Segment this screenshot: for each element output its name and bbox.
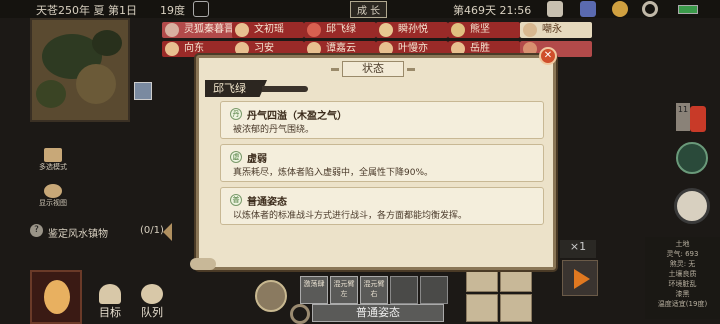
character-chip[interactable]: 邱飞绿 — [304, 22, 376, 38]
skill-slot[interactable]: 混元臂左 — [330, 276, 358, 304]
minimap-zoom-button[interactable] — [134, 82, 152, 100]
avatar — [165, 42, 179, 56]
scroll-ornament — [190, 258, 216, 270]
queue-button[interactable]: 队列 — [134, 284, 170, 320]
medal-icon[interactable] — [612, 1, 628, 17]
building-slot[interactable] — [500, 294, 532, 322]
posture-button[interactable]: 普通姿态 — [312, 304, 444, 322]
status-icon: 丹 — [230, 108, 242, 120]
avatar — [523, 23, 537, 37]
alert-icon[interactable] — [690, 106, 706, 132]
collapse-arrow-icon[interactable] — [163, 223, 172, 241]
calendar-icon[interactable] — [547, 1, 563, 17]
settings-gear-icon[interactable] — [290, 304, 310, 324]
avatar — [235, 42, 249, 56]
gourd-icon — [44, 280, 70, 314]
temperature: 19度 — [160, 4, 185, 17]
character-chip[interactable]: 熊坚 — [448, 22, 520, 38]
multi-select-tool[interactable]: 多选模式 — [36, 148, 70, 176]
character-chip[interactable]: 灵狐秦暮晋 — [162, 22, 234, 38]
character-chip[interactable]: 瞬孙悦 — [376, 22, 448, 38]
tile-info-panel: 土地 灵气: 693 煞灵: 无 土壤良质 环境脏乱 漆黑 温度适宜(19度) — [645, 237, 720, 319]
skill-slot[interactable]: 激荡肆 — [300, 276, 328, 304]
skill-slot[interactable] — [390, 276, 418, 304]
avatar — [307, 23, 321, 37]
character-name-tab: 邱飞绿 — [205, 80, 267, 97]
avatar — [379, 42, 393, 56]
brush-stroke — [262, 86, 308, 92]
avatar — [235, 23, 249, 37]
top-status-bar: 天苍250年 夏 第1日 19度 成 长 第469天 21:56 — [0, 0, 720, 18]
gear-icon[interactable] — [642, 1, 658, 17]
status-desc: 以炼体者的标准战斗方式进行战斗，各方面都能均衡发挥。 — [233, 211, 468, 221]
mode-badge[interactable]: 成 长 — [350, 1, 388, 18]
status-card[interactable]: 丹 丹气四溢（木盈之气） 被浓郁的丹气围绕。 — [220, 101, 544, 139]
close-button[interactable]: ✕ — [539, 47, 557, 65]
building-slot[interactable] — [466, 294, 498, 322]
multi-select-icon — [44, 148, 62, 162]
map-icon[interactable] — [580, 1, 596, 17]
avatar — [451, 23, 465, 37]
status-icon: 虚 — [230, 151, 242, 163]
view-tool[interactable]: 显示视图 — [36, 184, 70, 212]
quest-tracker[interactable]: ? 鉴定风水镇物 (0/1) — [30, 222, 165, 240]
eye-icon — [44, 184, 62, 198]
target-button[interactable]: 目标 — [92, 284, 128, 320]
skill-slot[interactable]: 混元臂右 — [360, 276, 388, 304]
dialog-title: 状态 — [331, 61, 415, 77]
speed-label[interactable]: ×1 — [560, 240, 596, 258]
status-desc: 真炁耗尽，炼体者陷入虚弱中，全属性下降90%。 — [233, 168, 434, 178]
help-icon[interactable]: ? — [30, 224, 43, 237]
avatar — [165, 23, 179, 37]
avatar — [307, 42, 321, 56]
status-card[interactable]: 虚 虚弱 真炁耗尽，炼体者陷入虚弱中，全属性下降90%。 — [220, 144, 544, 182]
quest-count: (0/1) — [140, 225, 164, 236]
yin-yang-button[interactable] — [676, 142, 708, 174]
game-date: 天苍250年 夏 第1日 — [36, 4, 137, 17]
character-chip[interactable]: 嘲永 — [520, 22, 592, 38]
avatar — [379, 23, 393, 37]
character-chip[interactable]: 文初瑶 — [232, 22, 304, 38]
play-button[interactable] — [562, 260, 598, 296]
battery-icon — [678, 5, 698, 14]
avatar — [451, 42, 465, 56]
status-name: 普通姿态 — [247, 197, 287, 208]
status-name: 虚弱 — [247, 154, 267, 165]
people-icon — [141, 284, 163, 304]
skill-slot[interactable] — [420, 276, 448, 304]
character-portrait[interactable] — [255, 280, 287, 312]
back-button[interactable] — [674, 188, 710, 224]
status-icon: 普 — [230, 194, 242, 206]
notification-badge[interactable]: 11 — [676, 103, 690, 131]
day-counter: 第469天 21:56 — [453, 4, 532, 17]
gourd-button[interactable] — [30, 270, 82, 324]
quest-label: 鉴定风水镇物 — [48, 229, 108, 240]
play-icon — [574, 269, 590, 289]
status-card[interactable]: 普 普通姿态 以炼体者的标准战斗方式进行战斗，各方面都能均衡发挥。 — [220, 187, 544, 225]
weather-icon[interactable] — [193, 1, 209, 17]
avatar — [523, 42, 537, 56]
status-desc: 被浓郁的丹气围绕。 — [233, 125, 315, 135]
status-name: 丹气四溢（木盈之气） — [247, 111, 347, 122]
target-icon — [99, 284, 121, 304]
minimap[interactable] — [30, 18, 130, 122]
